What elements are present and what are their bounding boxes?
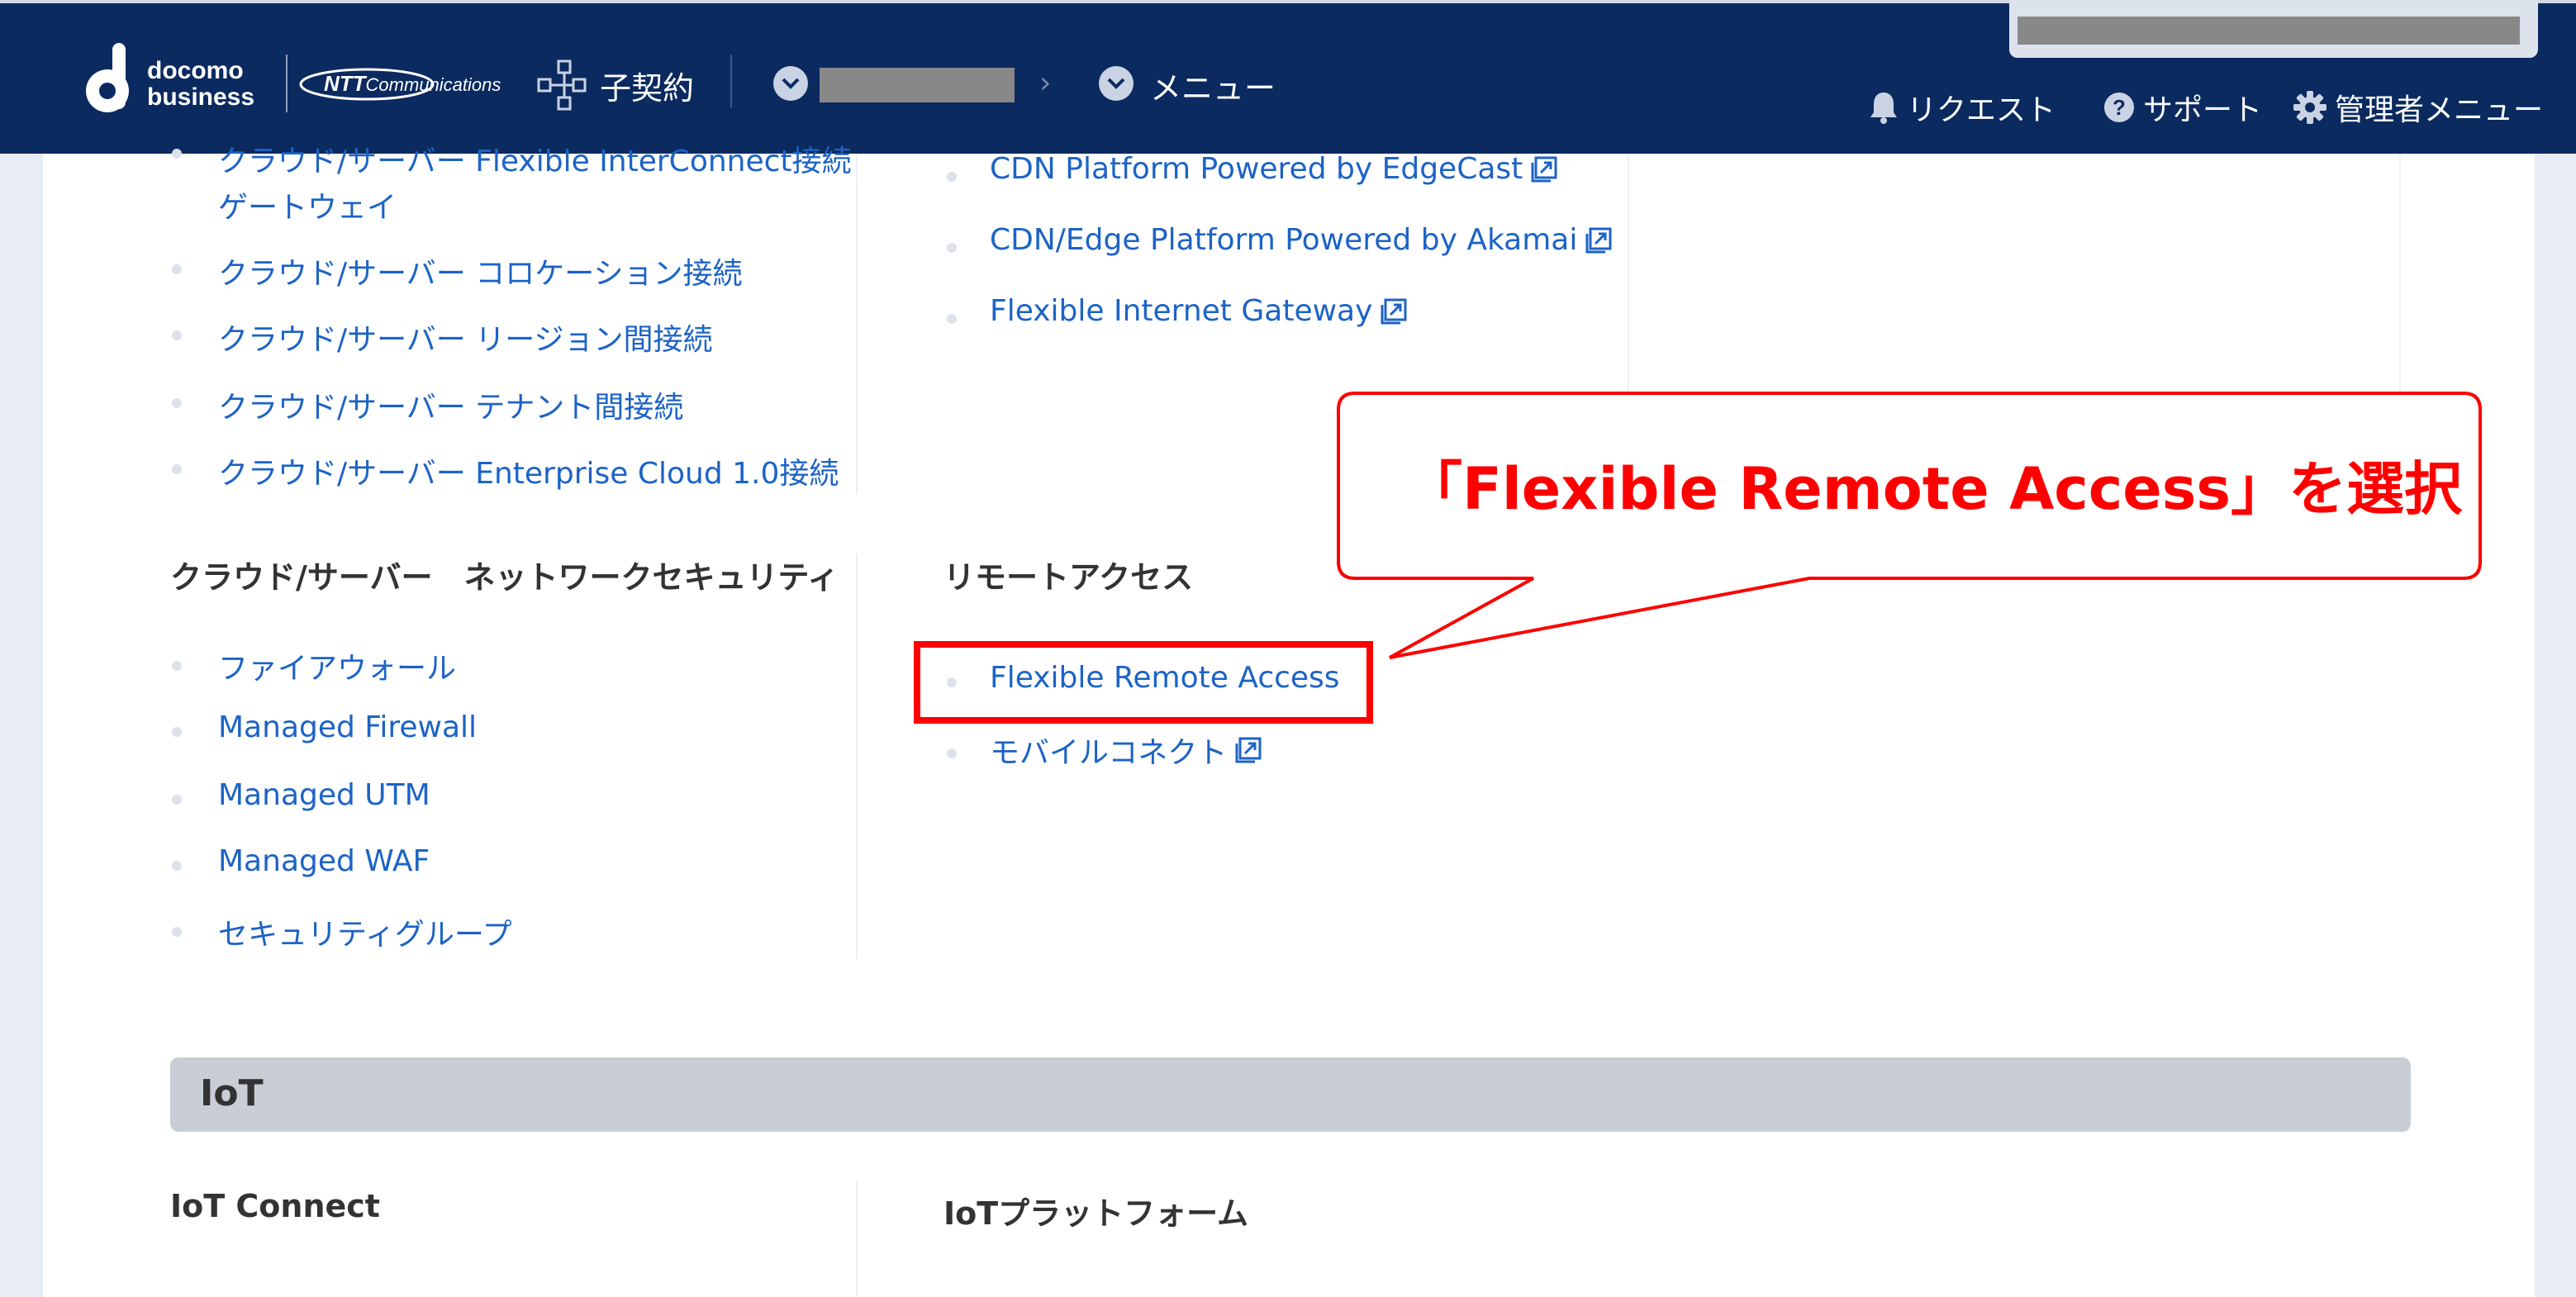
menu-label[interactable]: メニュー xyxy=(1150,63,1276,108)
list-item-mobile-connect[interactable]: モバイルコネクト xyxy=(990,729,1262,772)
logo-line2: business xyxy=(147,83,255,111)
list-bullet xyxy=(947,314,957,324)
list-item-security-group[interactable]: セキュリティグループ xyxy=(218,910,512,953)
item-label: クラウド/サーバー Flexible InterConnect接続 xyxy=(218,145,852,178)
external-link-icon xyxy=(1585,227,1612,253)
list-bullet xyxy=(172,464,182,474)
redacted-bar xyxy=(2018,17,2520,45)
list-item-enterprise-cloud[interactable]: クラウド/サーバー Enterprise Cloud 1.0接続 xyxy=(218,449,839,492)
logo-text: docomo business xyxy=(147,58,254,111)
top-header: docomo business NTTCommunications 子契約 › … xyxy=(0,0,2576,154)
list-bullet xyxy=(947,172,957,182)
category-iot-connect: IoT Connect xyxy=(170,1188,380,1224)
child-contract-button[interactable]: 子契約 xyxy=(537,56,694,114)
header-separator xyxy=(730,55,732,107)
item-label: Managed UTM xyxy=(218,778,430,812)
list-item-gateway[interactable]: ゲートウェイ xyxy=(218,183,397,226)
admin-menu-link[interactable]: 管理者メニュー xyxy=(2293,86,2543,129)
breadcrumb-chevron-icon: › xyxy=(1039,66,1052,100)
list-bullet xyxy=(172,861,182,871)
list-item-cdn-edgecast[interactable]: CDN Platform Powered by EdgeCast xyxy=(990,152,1557,186)
list-item-flexible-interconnect[interactable]: クラウド/サーバー Flexible InterConnect接続 xyxy=(218,137,852,180)
support-label: サポート xyxy=(2143,93,2263,127)
list-item-region[interactable]: クラウド/サーバー リージョン間接続 xyxy=(218,316,713,359)
item-label: クラウド/サーバー Enterprise Cloud 1.0接続 xyxy=(218,457,839,491)
menu-dropdown-icon[interactable] xyxy=(1099,66,1134,101)
ntt-suffix: Communications xyxy=(365,74,501,95)
help-icon: ? xyxy=(2104,93,2134,122)
svg-text:?: ? xyxy=(2113,95,2126,120)
callout-text: 「Flexible Remote Access」を選択 xyxy=(1404,455,2463,523)
list-item-managed-waf[interactable]: Managed WAF xyxy=(218,844,430,878)
list-bullet xyxy=(172,727,182,737)
docomo-d-icon xyxy=(86,43,129,112)
chevron-down-icon xyxy=(1107,78,1125,89)
category-network-security: クラウド/サーバー ネットワークセキュリティ xyxy=(170,559,839,596)
item-label: ゲートウェイ xyxy=(218,191,397,225)
external-link-icon xyxy=(1531,156,1557,182)
item-label: Managed WAF xyxy=(218,844,430,878)
list-item-tenant[interactable]: クラウド/サーバー テナント間接続 xyxy=(218,383,683,426)
logo-line1: docomo xyxy=(147,57,244,84)
item-label: クラウド/サーバー テナント間接続 xyxy=(218,391,684,425)
section-title: IoT xyxy=(200,1072,264,1114)
external-link-icon xyxy=(1235,737,1262,763)
list-bullet xyxy=(947,748,957,758)
contract-dropdown-icon[interactable] xyxy=(773,66,808,101)
item-label: クラウド/サーバー コロケーション接続 xyxy=(218,257,743,291)
item-label: Flexible Internet Gateway xyxy=(990,294,1373,328)
list-item-firewall[interactable]: ファイアウォール xyxy=(218,644,456,687)
redacted-contract-name xyxy=(820,68,1015,102)
item-label: モバイルコネクト xyxy=(990,736,1228,770)
ntt-text: NTTCommunications xyxy=(324,71,501,97)
list-item-managed-utm[interactable]: Managed UTM xyxy=(218,778,430,812)
ntt-communications-logo: NTTCommunications xyxy=(299,66,501,102)
admin-menu-label: 管理者メニュー xyxy=(2335,93,2544,127)
item-label: CDN Platform Powered by EdgeCast xyxy=(990,152,1523,186)
highlight-box xyxy=(914,641,1373,724)
child-contract-label: 子契約 xyxy=(600,69,695,107)
external-link-icon xyxy=(1381,298,1407,324)
chevron-down-icon xyxy=(782,78,800,89)
request-link[interactable]: リクエスト xyxy=(1869,86,2056,129)
bell-icon xyxy=(1870,93,1897,124)
column-divider xyxy=(856,1181,858,1297)
item-label: ファイアウォール xyxy=(218,652,457,686)
list-item-colocation[interactable]: クラウド/サーバー コロケーション接続 xyxy=(218,249,743,292)
category-iot-platform: IoTプラットフォーム xyxy=(943,1195,1249,1232)
item-label: セキュリティグループ xyxy=(218,918,512,952)
item-label: Managed Firewall xyxy=(218,710,478,744)
list-bullet xyxy=(172,661,182,671)
support-link[interactable]: ? サポート xyxy=(2103,86,2262,129)
category-remote-access: リモートアクセス xyxy=(943,559,1194,596)
hierarchy-icon xyxy=(537,59,587,111)
list-bullet xyxy=(172,264,182,274)
list-item-flexible-internet-gateway[interactable]: Flexible Internet Gateway xyxy=(990,294,1407,328)
column-divider xyxy=(856,553,858,960)
list-item-cdn-akamai[interactable]: CDN/Edge Platform Powered by Akamai xyxy=(990,223,1612,257)
request-label: リクエスト xyxy=(1907,93,2056,127)
list-bullet xyxy=(172,149,182,159)
logo-divider xyxy=(286,55,288,112)
item-label: CDN/Edge Platform Powered by Akamai xyxy=(990,223,1578,257)
docomo-business-logo[interactable]: docomo business xyxy=(83,43,264,116)
item-label: クラウド/サーバー リージョン間接続 xyxy=(218,323,713,357)
list-bullet xyxy=(947,243,957,253)
list-bullet xyxy=(172,927,182,937)
list-item-managed-firewall[interactable]: Managed Firewall xyxy=(218,710,477,744)
list-bullet xyxy=(172,795,182,805)
section-header-iot: IoT xyxy=(170,1057,2411,1132)
redacted-area xyxy=(2009,0,2538,58)
gear-icon xyxy=(2293,91,2326,124)
list-bullet xyxy=(172,330,182,340)
ntt-brand: NTT xyxy=(324,71,366,96)
column-divider xyxy=(856,154,858,494)
list-bullet xyxy=(172,398,182,408)
